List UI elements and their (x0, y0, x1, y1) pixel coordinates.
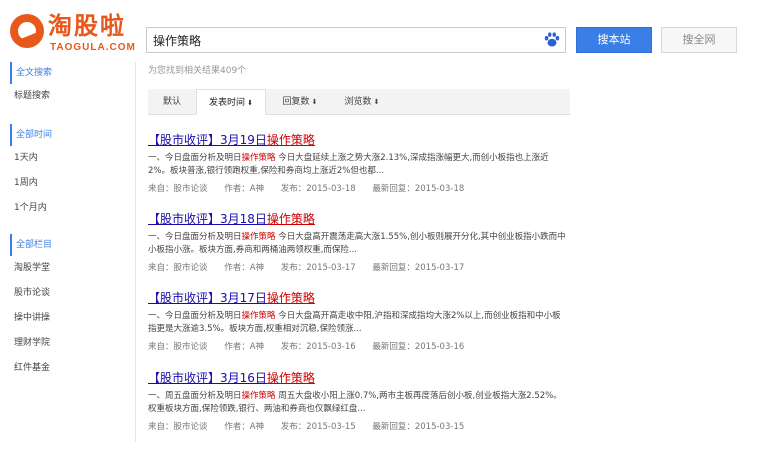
sidebar-item-column-4[interactable]: 理财学院 (10, 331, 132, 356)
tab-views-label: 浏览数 (344, 97, 372, 107)
result-source[interactable]: 来自：股市论谈 (148, 342, 208, 352)
result-source[interactable]: 来自：股市论谈 (148, 263, 208, 273)
result-title-link[interactable]: 【股市收评】3月19日操作策略 (148, 132, 568, 148)
sidebar-group-time: 全部时间 1天内 1周内 1个月内 (10, 124, 132, 221)
result-title-link[interactable]: 【股市收评】3月16日操作策略 (148, 370, 568, 386)
result-publish-date: 发布：2015-03-16 (280, 342, 356, 352)
sidebar-group-search-scope: 全文搜索 标题搜索 (10, 62, 132, 109)
result-reply-date: 最新回复：2015-03-17 (372, 263, 465, 273)
sort-down-icon: ⬇ (311, 98, 318, 106)
sidebar-item-column-3[interactable]: 操中讲操 (10, 306, 132, 331)
sidebar-divider (135, 62, 136, 442)
tab-default[interactable]: 默认 (152, 89, 192, 115)
result-reply-date: 最新回复：2015-03-16 (372, 342, 465, 352)
result-snippet: 一、今日盘面分析及明日操作策略 今日大盘高开高走收中阳,沪指和深成指均大涨2%以… (148, 311, 561, 334)
result-meta: 来自：股市论谈 作者：A神 发布：2015-03-17 最新回复：2015-03… (148, 262, 568, 274)
result-item: 【股市收评】3月17日操作策略 一、今日盘面分析及明日操作策略 今日大盘高开高走… (148, 290, 568, 353)
result-meta: 来自：股市论谈 作者：A神 发布：2015-03-18 最新回复：2015-03… (148, 183, 568, 195)
tab-publish-time-label: 发表时间 (209, 98, 246, 108)
result-item: 【股市收评】3月18日操作策略 一、今日盘面分析及明日操作策略 今日大盘高开震荡… (148, 211, 568, 274)
sidebar-head-all-columns[interactable]: 全部栏目 (10, 234, 132, 256)
result-meta: 来自：股市论谈 作者：A神 发布：2015-03-15 最新回复：2015-03… (148, 421, 568, 433)
result-source[interactable]: 来自：股市论谈 (148, 184, 208, 194)
tab-views[interactable]: 浏览数 ⬇ (336, 89, 388, 115)
result-count: 为您找到相关结果409个 (148, 66, 247, 76)
sidebar-item-column-5[interactable]: 红件基金 (10, 356, 132, 381)
result-publish-date: 发布：2015-03-15 (280, 422, 356, 432)
site-logo[interactable]: 淘股啦 TAOGULA.COM (10, 12, 138, 56)
result-author: 作者：A神 (224, 342, 265, 352)
search-site-button[interactable]: 搜本站 (576, 27, 652, 53)
logo-text: 淘股啦 (48, 12, 126, 40)
result-reply-date: 最新回复：2015-03-15 (372, 422, 465, 432)
result-title-link[interactable]: 【股市收评】3月17日操作策略 (148, 290, 568, 306)
result-item: 【股市收评】3月16日操作策略 一、周五盘面分析及明日操作策略 周五大盘收小阳上… (148, 370, 568, 433)
sidebar-item-1-month[interactable]: 1个月内 (10, 196, 132, 221)
result-meta: 来自：股市论谈 作者：A神 发布：2015-03-16 最新回复：2015-03… (148, 341, 568, 353)
sidebar-item-title-search[interactable]: 标题搜索 (10, 84, 132, 109)
sidebar: 全文搜索 标题搜索 全部时间 1天内 1周内 1个月内 全部栏目 淘股学堂 股市… (10, 62, 136, 442)
result-item: 【股市收评】3月19日操作策略 一、今日盘面分析及明日操作策略 今日大盘延续上涨… (148, 132, 568, 195)
logo-domain: TAOGULA.COM (50, 42, 136, 53)
sidebar-head-fulltext[interactable]: 全文搜索 (10, 62, 132, 84)
result-snippet: 一、周五盘面分析及明日操作策略 周五大盘收小阳上涨0.7%,两市主板再度落后创小… (148, 391, 562, 414)
sidebar-head-all-time[interactable]: 全部时间 (10, 124, 132, 146)
sort-tabs: 默认 发表时间 ⬇ 回复数 ⬇ 浏览数 ⬇ (148, 89, 570, 115)
tab-publish-time[interactable]: 发表时间 ⬇ (196, 89, 266, 115)
sidebar-item-column-1[interactable]: 淘股学堂 (10, 256, 132, 281)
tab-default-label: 默认 (162, 97, 181, 107)
result-snippet: 一、今日盘面分析及明日操作策略 今日大盘延续上涨之势大涨2.13%,深成指涨幅更… (148, 153, 549, 176)
result-author: 作者：A神 (224, 184, 265, 194)
result-snippet: 一、今日盘面分析及明日操作策略 今日大盘高开震荡走高大涨1.55%,创小板则展开… (148, 232, 566, 255)
result-title-link[interactable]: 【股市收评】3月18日操作策略 (148, 211, 568, 227)
paw-icon[interactable] (543, 31, 561, 49)
logo-mark-icon (10, 14, 44, 48)
sidebar-item-1-week[interactable]: 1周内 (10, 171, 132, 196)
search-box (146, 27, 566, 53)
result-author: 作者：A神 (224, 422, 265, 432)
sidebar-item-1-day[interactable]: 1天内 (10, 146, 132, 171)
result-publish-date: 发布：2015-03-17 (280, 263, 356, 273)
sidebar-group-columns: 全部栏目 淘股学堂 股市论谈 操中讲操 理财学院 红件基金 (10, 234, 132, 381)
sort-down-icon: ⬇ (247, 99, 253, 107)
result-reply-date: 最新回复：2015-03-18 (372, 184, 465, 194)
sidebar-item-column-2[interactable]: 股市论谈 (10, 281, 132, 306)
sort-down-icon: ⬇ (373, 98, 380, 106)
result-source[interactable]: 来自：股市论谈 (148, 422, 208, 432)
tab-replies-label: 回复数 (282, 97, 310, 107)
tab-replies[interactable]: 回复数 ⬇ (274, 89, 326, 115)
result-publish-date: 发布：2015-03-18 (280, 184, 356, 194)
search-input[interactable] (147, 28, 537, 52)
search-web-button[interactable]: 搜全网 (661, 27, 737, 53)
result-author: 作者：A神 (224, 263, 265, 273)
